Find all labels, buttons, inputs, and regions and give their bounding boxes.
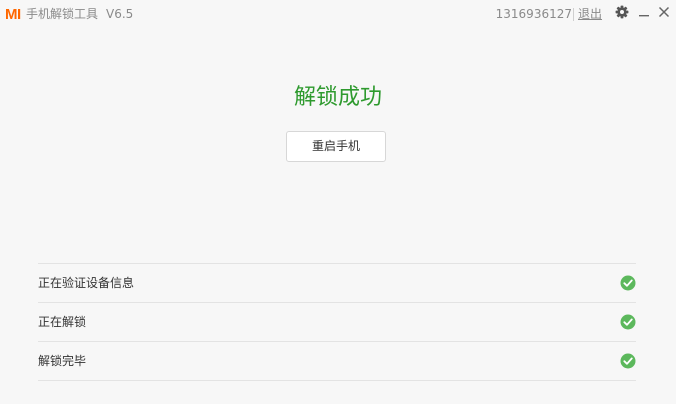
mi-logo: MI — [5, 6, 21, 23]
step-verify-device: 正在验证设备信息 — [38, 264, 636, 303]
step-unlocking: 正在解锁 — [38, 303, 636, 342]
step-label: 解锁完毕 — [38, 354, 87, 368]
minimize-icon[interactable] — [636, 4, 652, 20]
unlock-success-title: 解锁成功 — [293, 85, 382, 110]
account-id: 1316936127 — [495, 7, 572, 21]
logout-link[interactable]: 退出 — [578, 7, 602, 21]
app-name: 手机解锁工具 — [26, 7, 99, 21]
unlock-steps-list: 正在验证设备信息 正在解锁 解锁完毕 — [38, 263, 636, 381]
step-label: 正在解锁 — [38, 315, 87, 329]
close-icon[interactable] — [656, 4, 672, 20]
app-version: V6.5 — [106, 7, 134, 21]
step-unlock-complete: 解锁完毕 — [38, 342, 636, 381]
restart-phone-button[interactable]: 重启手机 — [286, 131, 386, 162]
title-bar: MI 手机解锁工具 V6.5 1316936127 退出 — [0, 0, 676, 30]
step-label: 正在验证设备信息 — [38, 276, 135, 290]
app-title: 手机解锁工具 V6.5 — [26, 7, 133, 21]
check-circle-icon — [620, 275, 636, 291]
check-circle-icon — [620, 314, 636, 330]
title-divider — [573, 8, 574, 21]
gear-icon[interactable] — [614, 4, 630, 20]
check-circle-icon — [620, 353, 636, 369]
